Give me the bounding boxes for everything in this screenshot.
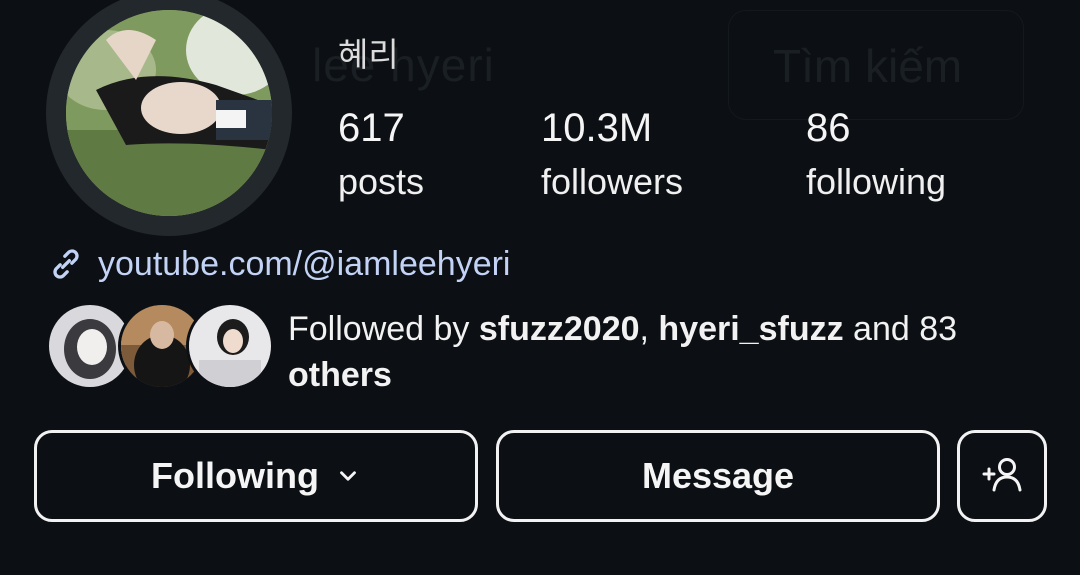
suggest-people-button[interactable]: [957, 430, 1047, 522]
following-count: 86: [806, 106, 851, 150]
followed-by-and: and 83: [843, 310, 958, 348]
message-button-label: Message: [641, 455, 795, 496]
link-icon: [53, 249, 79, 279]
followers-label: followers: [541, 161, 684, 202]
stat-following[interactable]: 86 following: [806, 104, 946, 204]
following-button-label: Following: [151, 455, 319, 496]
profile-avatar[interactable]: [46, 0, 292, 236]
profile-photo: [66, 10, 272, 216]
mutual-avatar-3: [186, 302, 274, 390]
followed-by-user-1[interactable]: sfuzz2020: [479, 310, 640, 348]
mutual-followers-avatars[interactable]: [46, 302, 274, 390]
followed-by-prefix: Followed by: [288, 310, 479, 348]
followed-by-text[interactable]: Followed by sfuzz2020, hyeri_sfuzz and 8…: [288, 306, 1048, 398]
profile-link[interactable]: youtube.com/@iamleehyeri: [46, 244, 510, 284]
followed-by-user-2[interactable]: hyeri_sfuzz: [658, 310, 843, 348]
followed-by-sep: ,: [639, 310, 659, 348]
display-name: 혜리: [338, 35, 399, 74]
message-button[interactable]: Message: [496, 430, 940, 522]
followed-by-others[interactable]: others: [288, 356, 392, 394]
following-label: following: [806, 161, 947, 202]
following-button[interactable]: Following: [34, 430, 478, 522]
profile-link-text[interactable]: youtube.com/@iamleehyeri: [98, 245, 510, 284]
posts-count: 617: [338, 106, 405, 150]
chevron-down-icon: [340, 471, 356, 481]
stat-posts[interactable]: 617 posts: [338, 104, 424, 204]
ghost-search-text: Tìm kiếm: [773, 40, 963, 92]
profile-photo-image: [66, 10, 272, 216]
posts-label: posts: [338, 161, 425, 202]
stat-followers[interactable]: 10.3M followers: [541, 104, 683, 204]
add-person-icon: [982, 458, 1022, 492]
followers-count: 10.3M: [541, 106, 653, 150]
